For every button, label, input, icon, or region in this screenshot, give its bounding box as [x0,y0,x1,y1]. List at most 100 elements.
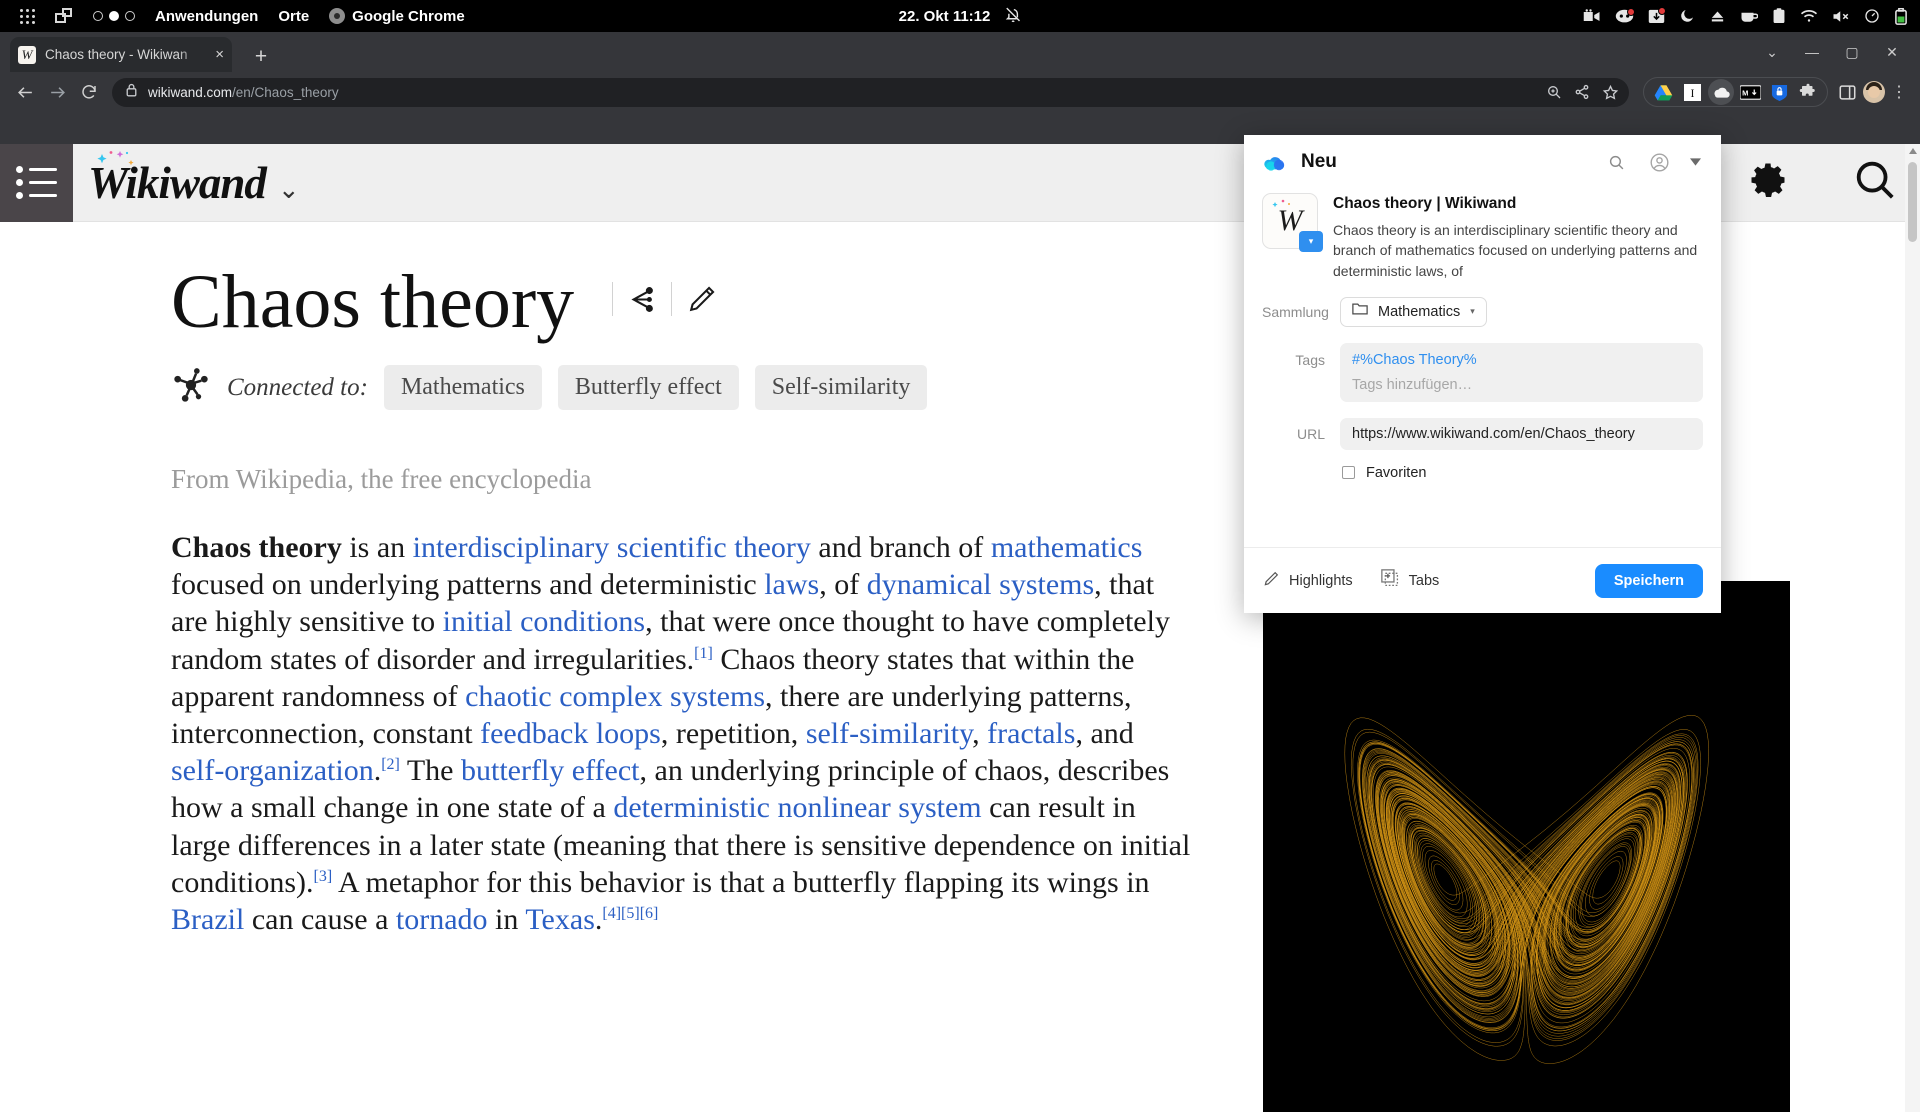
markdownload-icon[interactable]: M [1737,79,1763,105]
forward-button[interactable] [42,77,72,107]
minimize-icon[interactable]: — [1792,35,1832,69]
favorite-row[interactable]: Favoriten [1262,465,1703,481]
bell-muted-icon[interactable] [1004,6,1021,27]
bookmark-star-icon[interactable] [1597,79,1623,105]
eject-icon[interactable] [1709,9,1726,24]
citation-ref[interactable]: [1] [694,645,713,662]
menu-anwendungen[interactable]: Anwendungen [145,0,268,32]
graph-share-icon[interactable] [613,276,671,322]
profile-avatar[interactable] [1863,81,1885,103]
article-link[interactable]: butterfly effect [461,754,640,787]
window-switch-icon[interactable] [45,0,83,32]
tabs-button[interactable]: Tabs [1381,569,1440,592]
chrome-menu-icon[interactable]: ⋮ [1888,82,1910,102]
article-link[interactable]: chaotic complex systems [465,680,765,713]
chevron-down-icon[interactable]: ⌄ [1752,35,1792,69]
apps-grid-icon[interactable] [10,0,45,32]
citation-ref[interactable]: [4][5][6] [602,905,658,922]
new-tab-button[interactable]: + [248,43,274,69]
chevron-down-icon[interactable]: ⌄ [278,175,299,204]
account-avatar-icon[interactable] [1644,147,1674,177]
discord-icon[interactable] [1615,9,1634,24]
instapaper-icon[interactable]: I [1679,79,1705,105]
zoom-icon[interactable] [1541,79,1567,105]
tags-input[interactable]: #%Chaos Theory% Tags hinzufügen… [1340,343,1703,402]
menu-google-chrome[interactable]: Google Chrome [319,0,475,32]
collection-select[interactable]: Mathematics ▾ [1340,297,1487,327]
article-link[interactable]: self-organization [171,754,374,787]
scroll-up-arrow[interactable] [1909,148,1917,154]
tab-close-icon[interactable]: × [215,47,224,62]
article-link[interactable]: feedback loops [480,717,661,750]
raindrop-popup: Neu W ▾ [1244,135,1721,613]
page-scrollbar[interactable] [1905,144,1920,1112]
chrome-window: W Chaos theory - Wikiwan × + ⌄ — ▢ ✕ wik… [0,32,1920,1080]
article-text: and branch of [811,531,991,564]
url-input[interactable]: https://www.wikiwand.com/en/Chaos_theory [1340,418,1703,450]
highlights-button[interactable]: Highlights [1262,570,1353,592]
address-bar[interactable]: wikiwand.com/en/Chaos_theory [112,78,1629,107]
clipboard-icon[interactable] [1772,8,1786,24]
tag-value[interactable]: #%Chaos Theory% [1352,352,1691,368]
power-icon[interactable] [1864,8,1880,24]
close-icon[interactable]: ✕ [1872,35,1912,69]
save-button[interactable]: Speichern [1595,564,1703,598]
connected-chip-mathematics[interactable]: Mathematics [384,365,542,410]
night-mode-icon[interactable] [1679,8,1695,24]
workspace-switcher[interactable] [83,0,145,32]
side-panel-icon[interactable] [1834,79,1860,105]
browser-toolbar: wikiwand.com/en/Chaos_theory [0,72,1920,112]
article-link[interactable]: laws [764,568,819,601]
article-link[interactable]: deterministic nonlinear system [613,791,981,824]
browser-tab[interactable]: W Chaos theory - Wikiwan × [10,37,232,72]
clock[interactable]: 22. Okt 11:12 [899,8,991,25]
scrollbar-thumb[interactable] [1908,162,1917,242]
thumbnail-dropdown-badge[interactable]: ▾ [1299,231,1323,252]
back-button[interactable] [10,77,40,107]
download-icon[interactable] [1648,8,1665,24]
gear-icon[interactable] [1746,158,1790,207]
screencast-icon[interactable] [1583,9,1601,24]
citation-ref[interactable]: [2] [381,756,400,773]
reload-button[interactable] [74,77,104,107]
maximize-icon[interactable]: ▢ [1832,35,1872,69]
menu-orte[interactable]: Orte [268,0,319,32]
bookmark-thumbnail[interactable]: W ▾ [1262,193,1318,249]
edit-pencil-icon[interactable] [672,276,730,322]
bookmark-title[interactable]: Chaos theory | Wikiwand [1333,195,1703,213]
favorite-checkbox[interactable] [1342,466,1355,479]
battery-charging-icon[interactable] [1894,8,1908,25]
bookmark-description[interactable]: Chaos theory is an interdisciplinary sci… [1333,220,1703,281]
article-link[interactable]: self-similarity [806,717,972,750]
search-icon[interactable] [1601,147,1631,177]
extensions-group: I M [1643,77,1828,107]
connected-chip-self-similarity[interactable]: Self-similarity [755,365,928,410]
article-link[interactable]: mathematics [991,531,1143,564]
citation-ref[interactable]: [3] [314,868,333,885]
article-text: , repetition, [661,717,806,750]
wikiwand-logo[interactable]: Wikiwand⌄ [88,157,299,209]
chevron-down-icon[interactable] [1687,147,1703,177]
list-menu-icon[interactable] [0,144,73,222]
article-link[interactable]: dynamical systems [867,568,1094,601]
share-icon[interactable] [1569,79,1595,105]
raindrop-icon[interactable] [1708,79,1734,105]
article-link[interactable]: initial conditions [443,605,646,638]
connected-chip-butterfly-effect[interactable]: Butterfly effect [558,365,739,410]
chevron-down-icon: ▾ [1470,306,1475,317]
search-icon[interactable] [1852,157,1898,208]
volume-muted-icon[interactable] [1832,9,1850,24]
puzzle-icon[interactable] [1795,79,1821,105]
add-tabs-icon [1381,569,1400,592]
article-link[interactable]: interdisciplinary scientific theory [413,531,811,564]
article-link[interactable]: fractals [987,717,1075,750]
coffee-icon[interactable] [1740,9,1758,24]
google-drive-icon[interactable] [1650,79,1676,105]
article-link[interactable]: Texas [525,903,595,936]
article-link[interactable]: tornado [396,903,488,936]
article-text: , of [819,568,867,601]
wifi-icon[interactable] [1800,9,1818,23]
url-label: URL [1262,426,1340,442]
lastpass-icon[interactable] [1766,79,1792,105]
article-link[interactable]: Brazil [171,903,244,936]
